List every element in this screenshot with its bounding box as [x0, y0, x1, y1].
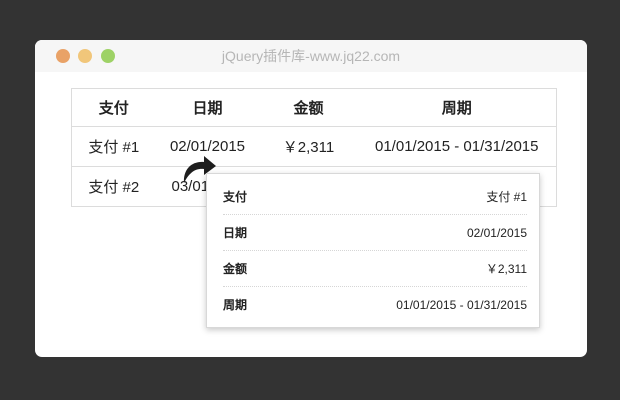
popup-value: 02/01/2015 — [466, 226, 527, 240]
column-header-payment: 支付 — [71, 88, 156, 127]
table-header-row: 支付 日期 金额 周期 — [71, 88, 557, 127]
cell-payment: 支付 #2 — [71, 166, 156, 207]
table-row[interactable]: 支付 #1 02/01/2015 ￥2,311 01/01/2015 - 01/… — [71, 126, 557, 167]
column-header-date: 日期 — [155, 88, 260, 127]
cell-payment: 支付 #1 — [71, 126, 156, 167]
title-bar: jQuery插件库-www.jq22.com — [35, 40, 587, 72]
popup-row-amount: 金额 ￥2,311 — [223, 251, 527, 287]
popup-value: ￥2,311 — [485, 262, 527, 276]
popup-key: 金额 — [223, 262, 248, 276]
column-header-period: 周期 — [357, 88, 557, 127]
popup-key: 周期 — [223, 298, 248, 312]
popup-value: 01/01/2015 - 01/31/2015 — [396, 298, 527, 312]
cell-period: 01/01/2015 - 01/31/2015 — [357, 126, 557, 167]
popup-row-payment: 支付 支付 #1 — [223, 179, 527, 215]
popup-key: 日期 — [223, 226, 248, 240]
cell-amount: ￥2,311 — [259, 126, 358, 167]
popup-row-date: 日期 02/01/2015 — [223, 215, 527, 251]
popup-row-period: 周期 01/01/2015 - 01/31/2015 — [223, 287, 527, 323]
popup-value: 支付 #1 — [486, 190, 527, 204]
popup-key: 支付 — [223, 190, 248, 204]
window-title: jQuery插件库-www.jq22.com — [221, 48, 401, 64]
column-header-amount: 金额 — [259, 88, 358, 127]
row-detail-popup: 支付 支付 #1 日期 02/01/2015 金额 ￥2,311 周期 01/0… — [206, 173, 540, 328]
